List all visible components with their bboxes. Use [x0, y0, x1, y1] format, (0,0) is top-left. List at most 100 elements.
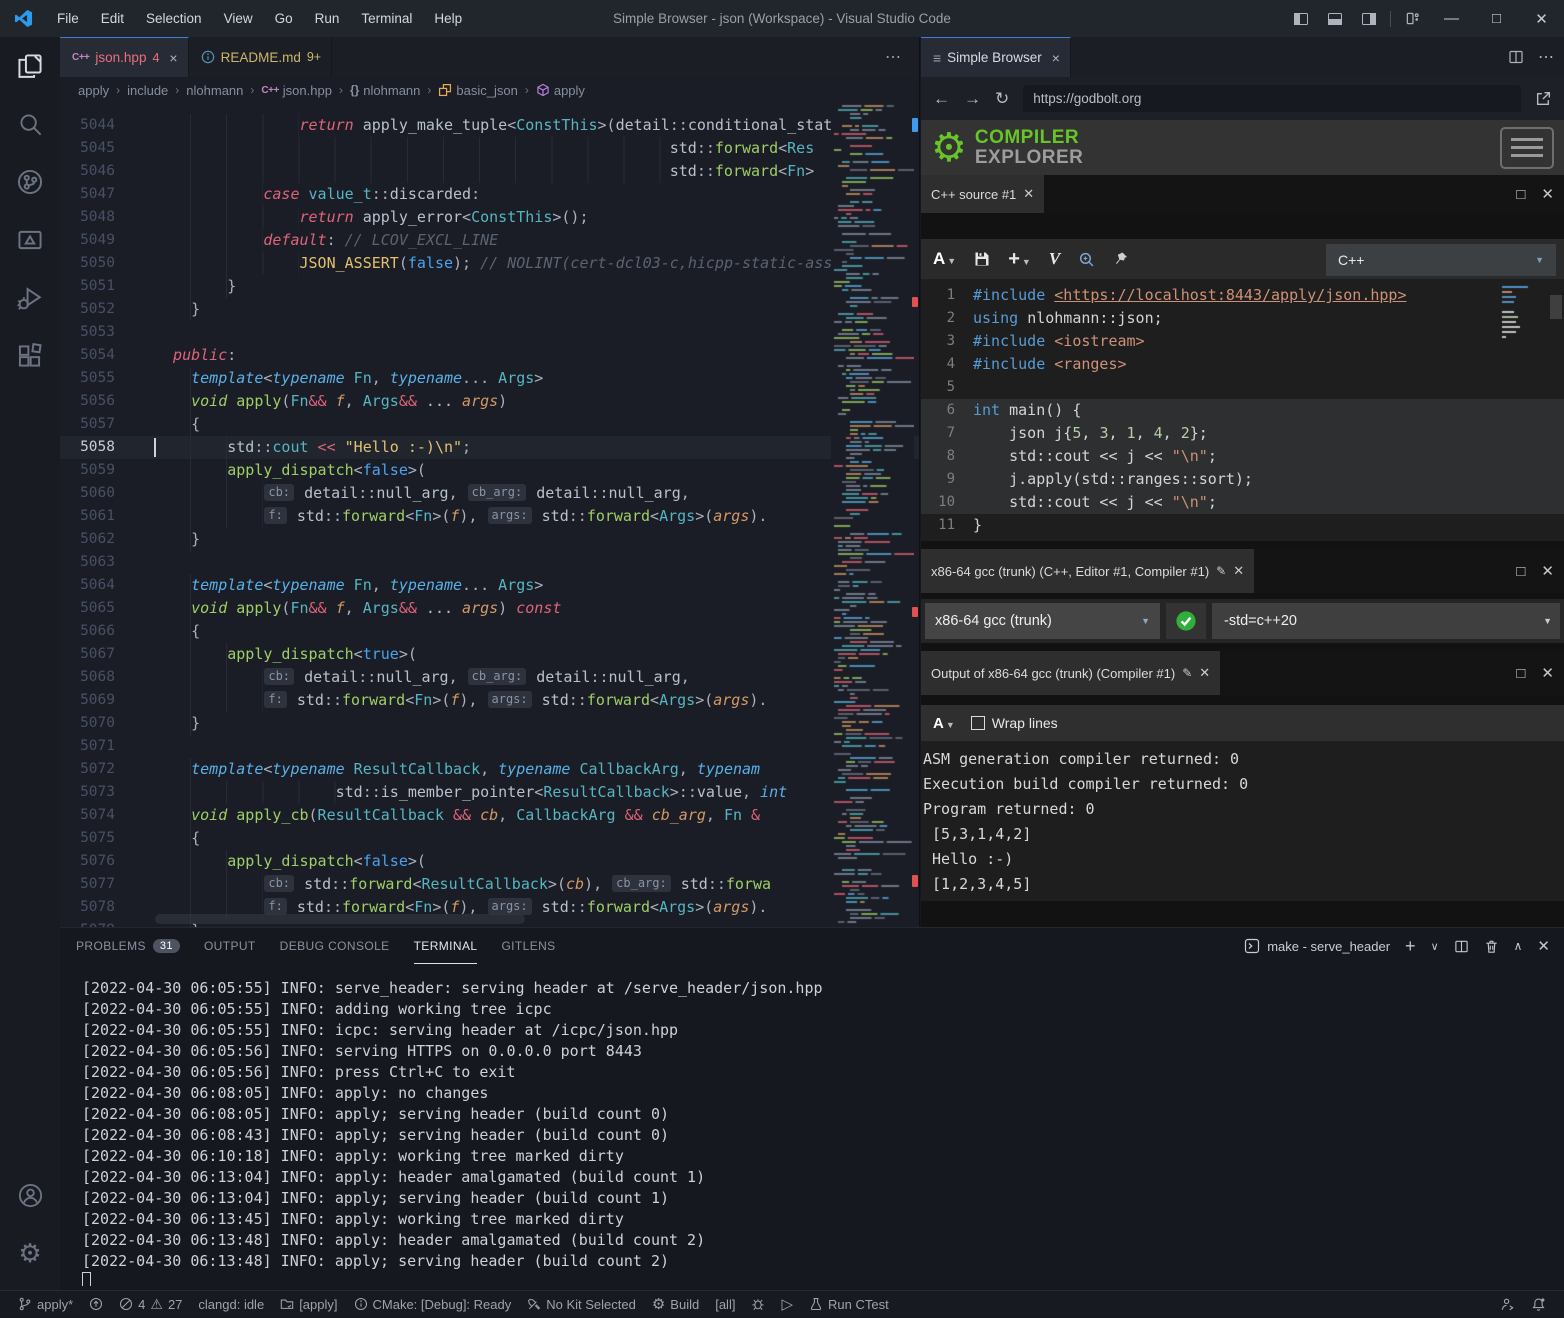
- menu-edit[interactable]: Edit: [90, 0, 135, 37]
- line-number[interactable]: 5057: [60, 413, 155, 436]
- menu-terminal[interactable]: Terminal: [350, 0, 423, 37]
- compiler-pane-tab[interactable]: x86-64 gcc (trunk) (C++, Editor #1, Comp…: [921, 549, 1254, 593]
- panel-tab-gitlens[interactable]: GITLENS: [501, 928, 555, 964]
- toggle-secondary-sidebar-icon[interactable]: [1352, 0, 1386, 37]
- tab-README.md[interactable]: README.md9+: [189, 37, 333, 77]
- line-number[interactable]: 5058: [60, 436, 155, 459]
- clangd-status[interactable]: clangd: idle: [190, 1291, 272, 1318]
- add-pane-button[interactable]: +▼: [1008, 248, 1031, 271]
- extensions-icon[interactable]: [0, 327, 60, 385]
- line-number[interactable]: 5060: [60, 482, 155, 505]
- open-external-icon[interactable]: [1535, 90, 1552, 107]
- panel-tab-terminal[interactable]: TERMINAL: [414, 928, 478, 964]
- ctest-status[interactable]: Run CTest: [801, 1291, 897, 1318]
- output-pane-tab[interactable]: Output of x86-64 gcc (trunk) (Compiler #…: [921, 651, 1220, 695]
- ce-source-editor[interactable]: 1#include <https://localhost:8443/apply/…: [921, 279, 1564, 541]
- breadcrumb-item-basic_json[interactable]: basic_json: [438, 83, 517, 98]
- horizontal-scrollbar[interactable]: [155, 914, 525, 924]
- split-terminal-icon[interactable]: [1454, 939, 1469, 954]
- customize-layout-icon[interactable]: [1395, 0, 1429, 37]
- line-number[interactable]: 5062: [60, 528, 155, 551]
- terminal-session[interactable]: make - serve_header: [1244, 938, 1390, 954]
- line-number[interactable]: 5076: [60, 850, 155, 873]
- cmake-project-status[interactable]: [apply]: [272, 1291, 345, 1318]
- launch-status[interactable]: ▷: [773, 1291, 801, 1318]
- line-number[interactable]: 5063: [60, 551, 155, 574]
- toggle-sidebar-icon[interactable]: [1284, 0, 1318, 37]
- line-number[interactable]: 5052: [60, 298, 155, 321]
- more-actions-icon[interactable]: ⋯: [1538, 47, 1554, 67]
- close-icon[interactable]: ✕: [1023, 186, 1034, 202]
- line-number[interactable]: 5066: [60, 620, 155, 643]
- sync-status[interactable]: [81, 1291, 111, 1318]
- breadcrumb-item-apply[interactable]: apply: [536, 83, 585, 98]
- terminal-dropdown-icon[interactable]: ∨: [1431, 940, 1439, 953]
- panel-tab-output[interactable]: OUTPUT: [204, 928, 256, 964]
- wrap-lines-toggle[interactable]: Wrap lines: [971, 715, 1058, 731]
- line-number[interactable]: 5055: [60, 367, 155, 390]
- terminal-output[interactable]: [2022-04-30 06:05:55] INFO: serve_header…: [82, 978, 1554, 1286]
- split-editor-icon[interactable]: [1508, 49, 1524, 65]
- trash-icon[interactable]: [1484, 939, 1499, 954]
- line-number[interactable]: 5061: [60, 505, 155, 528]
- breadcrumb-item-json.hpp[interactable]: C++json.hpp: [261, 83, 332, 98]
- line-number[interactable]: 5056: [60, 390, 155, 413]
- build-status[interactable]: ⚙Build: [644, 1291, 707, 1318]
- maximize-pane-icon[interactable]: □: [1516, 665, 1525, 682]
- code-editor[interactable]: 5044 return apply_make_tuple<ConstThis>(…: [60, 103, 919, 927]
- line-number[interactable]: 5048: [60, 206, 155, 229]
- line-number[interactable]: 5045: [60, 137, 155, 160]
- close-tab-icon[interactable]: ×: [1052, 50, 1060, 66]
- more-actions-icon[interactable]: ⋯: [885, 37, 901, 77]
- line-number[interactable]: 5068: [60, 666, 155, 689]
- hamburger-menu-icon[interactable]: [1500, 127, 1554, 169]
- line-number[interactable]: 5071: [60, 735, 155, 758]
- notifications-status[interactable]: [1523, 1291, 1554, 1318]
- close-icon[interactable]: ✕: [1199, 665, 1210, 681]
- line-number[interactable]: 5049: [60, 229, 155, 252]
- close-pane-icon[interactable]: ✕: [1541, 562, 1554, 580]
- close-window-button[interactable]: ✕: [1519, 0, 1564, 37]
- font-size-button[interactable]: A▼: [933, 249, 956, 269]
- problems-status[interactable]: 4⚠27: [111, 1291, 190, 1318]
- close-pane-icon[interactable]: ✕: [1541, 185, 1554, 203]
- menu-view[interactable]: View: [213, 0, 264, 37]
- back-icon[interactable]: ←: [933, 89, 950, 109]
- maximize-pane-icon[interactable]: □: [1516, 186, 1525, 203]
- tab-json.hpp[interactable]: C++json.hpp4×: [60, 37, 189, 77]
- line-number[interactable]: 5078: [60, 896, 155, 919]
- line-number[interactable]: 5059: [60, 459, 155, 482]
- breadcrumb-item-apply[interactable]: apply: [78, 83, 109, 98]
- close-pane-icon[interactable]: ✕: [1541, 664, 1554, 682]
- remote-status[interactable]: [1492, 1291, 1523, 1318]
- line-number[interactable]: 5054: [60, 344, 155, 367]
- close-panel-icon[interactable]: ✕: [1537, 937, 1550, 955]
- breadcrumb-item-nlohmann[interactable]: {}nlohmann: [350, 83, 420, 98]
- compiler-select[interactable]: x86-64 gcc (trunk) ▼: [925, 603, 1160, 639]
- forward-icon[interactable]: →: [964, 89, 981, 109]
- menu-run[interactable]: Run: [304, 0, 351, 37]
- line-number[interactable]: 5073: [60, 781, 155, 804]
- menu-file[interactable]: File: [46, 0, 90, 37]
- account-icon[interactable]: [0, 1166, 60, 1224]
- line-number[interactable]: 5046: [60, 160, 155, 183]
- compiler-options-input[interactable]: -std=c++20 ▼: [1212, 603, 1560, 639]
- vim-toggle-button[interactable]: V: [1049, 249, 1060, 269]
- line-number[interactable]: 5079: [60, 919, 155, 927]
- run-debug-icon[interactable]: [0, 269, 60, 327]
- line-number[interactable]: 5069: [60, 689, 155, 712]
- line-number[interactable]: 5047: [60, 183, 155, 206]
- cmake-icon[interactable]: [0, 211, 60, 269]
- close-icon[interactable]: ✕: [1233, 563, 1244, 579]
- menu-help[interactable]: Help: [423, 0, 473, 37]
- reload-icon[interactable]: ↻: [995, 89, 1009, 109]
- branch-status[interactable]: apply*: [10, 1291, 81, 1318]
- panel-tab-problems[interactable]: PROBLEMS31: [76, 928, 180, 964]
- edit-icon[interactable]: ✎: [1216, 564, 1226, 578]
- maximize-button[interactable]: □: [1474, 0, 1519, 37]
- menu-selection[interactable]: Selection: [135, 0, 213, 37]
- source-control-icon[interactable]: [0, 153, 60, 211]
- zoom-icon[interactable]: [1078, 251, 1095, 268]
- toggle-panel-icon[interactable]: [1318, 0, 1352, 37]
- explorer-icon[interactable]: [0, 37, 60, 95]
